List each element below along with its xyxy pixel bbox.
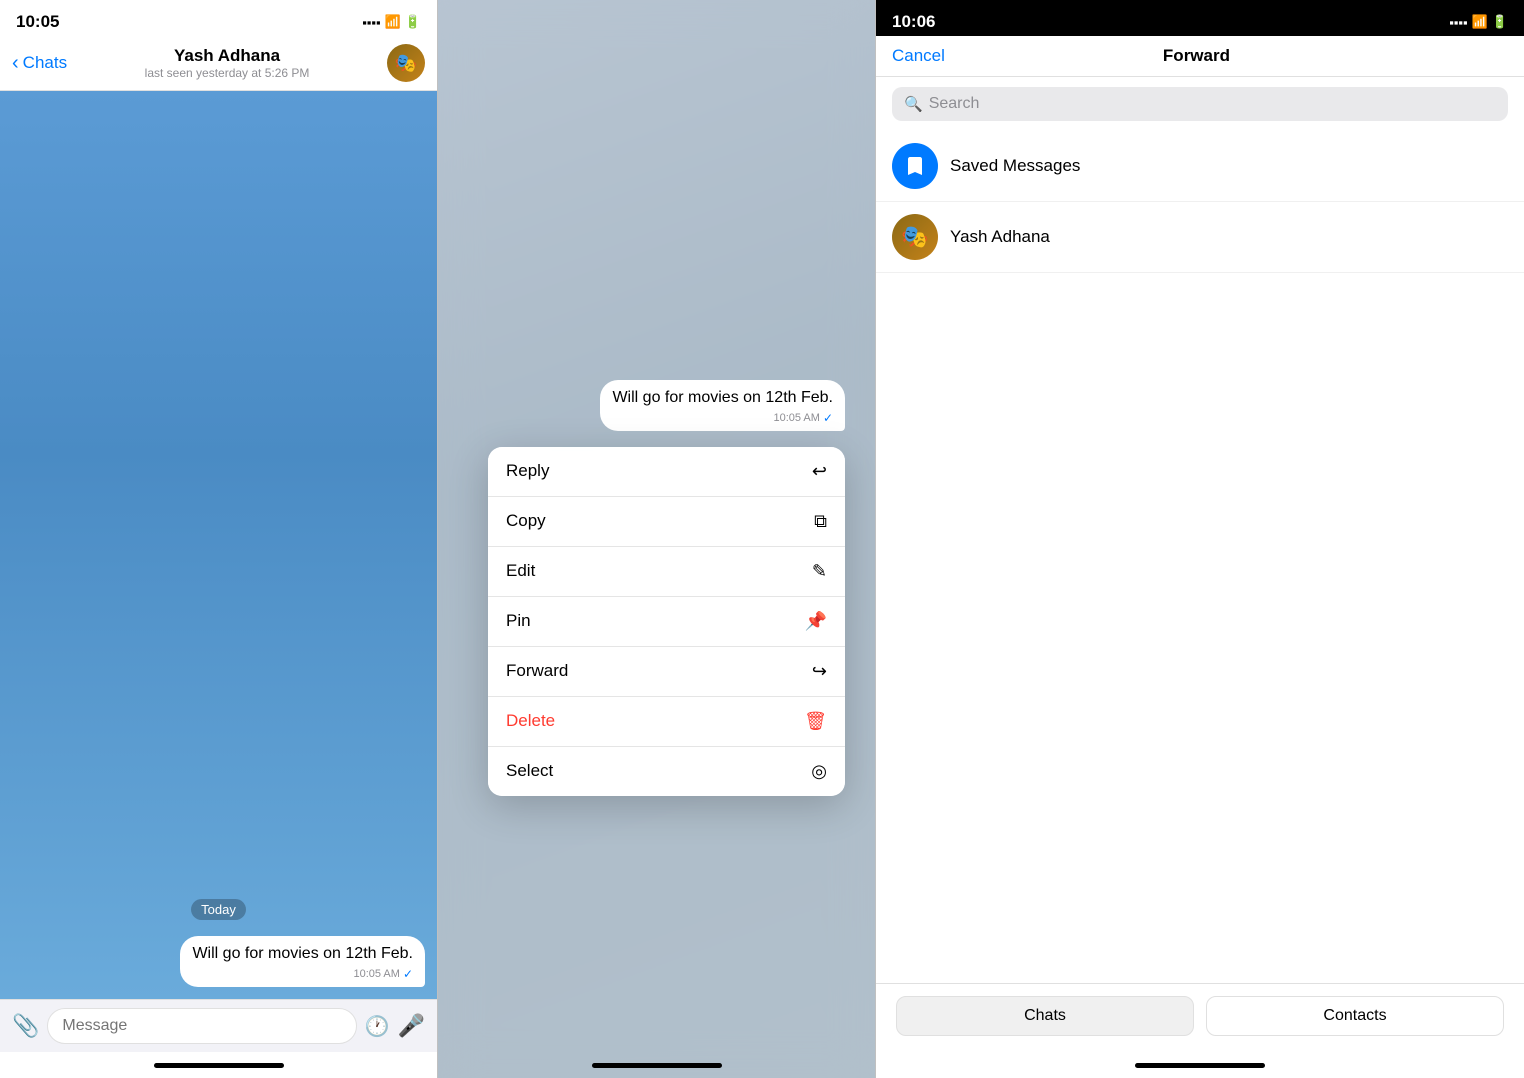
message-text-1: Will go for movies on 12th Feb. <box>192 944 413 965</box>
saved-messages-name: Saved Messages <box>950 156 1080 176</box>
context-menu: Reply ↩ Copy ⧉ Edit ✎ Pin 📌 Forward ↪ De… <box>488 447 845 796</box>
message-time-1: 10:05 AM <box>353 968 399 980</box>
home-bar-3 <box>1135 1063 1265 1068</box>
home-indicator-3 <box>876 1052 1524 1078</box>
home-bar-2 <box>592 1063 722 1068</box>
context-menu-label-forward: Forward <box>506 661 568 681</box>
date-badge-1: Today <box>12 899 425 920</box>
list-item-saved-messages[interactable]: Saved Messages <box>876 131 1524 202</box>
home-indicator-1 <box>0 1052 437 1078</box>
home-bar-1 <box>154 1063 284 1068</box>
status-icons-1: ▪▪▪▪ 📶 🔋 <box>362 14 421 30</box>
context-menu-label-delete: Delete <box>506 711 555 731</box>
message-meta-1: 10:05 AM ✓ <box>192 967 413 981</box>
contact-name-1: Yash Adhana <box>67 46 387 66</box>
bottom-tabs-3: Chats Contacts <box>876 983 1524 1052</box>
context-menu-item-select[interactable]: Select ◎ <box>488 747 845 796</box>
nav-center-1: Yash Adhana last seen yesterday at 5:26 … <box>67 46 387 80</box>
back-label-1[interactable]: Chats <box>23 53 67 73</box>
status-icons-3: ▪▪▪▪ 📶 🔋 <box>1449 14 1508 30</box>
search-bar-3: 🔍 Search <box>876 77 1524 131</box>
status-time-1: 10:05 <box>16 12 59 32</box>
pin-icon: 📌 <box>805 611 827 632</box>
context-message-bubble[interactable]: Will go for movies on 12th Feb. 10:05 AM… <box>600 380 845 431</box>
context-menu-item-forward[interactable]: Forward ↪ <box>488 647 845 697</box>
back-button-1[interactable]: ‹ Chats <box>12 52 67 75</box>
forward-screen: 10:06 ▪▪▪▪ 📶 🔋 Cancel Forward 🔍 Search S… <box>876 0 1524 1078</box>
tab-contacts-label: Contacts <box>1323 1007 1386 1024</box>
edit-icon: ✎ <box>812 561 827 582</box>
reply-icon: ↩ <box>812 461 827 482</box>
context-menu-label-pin: Pin <box>506 611 531 631</box>
message-input-1[interactable] <box>47 1008 356 1044</box>
context-container: Will go for movies on 12th Feb. 10:05 AM… <box>488 380 845 796</box>
saved-messages-avatar <box>892 143 938 189</box>
forward-list: Saved Messages 🎭 Yash Adhana <box>876 131 1524 983</box>
message-check-1: ✓ <box>403 967 413 981</box>
delete-icon: 🗑 <box>804 711 827 732</box>
wifi-icon-1: 📶 <box>385 14 401 30</box>
chat-screen: 10:05 ▪▪▪▪ 📶 🔋 ‹ Chats Yash Adhana last … <box>0 0 437 1078</box>
context-menu-label-select: Select <box>506 761 553 781</box>
emoji-icon-1[interactable]: 🕐 <box>365 1014 390 1039</box>
yash-adhana-name: Yash Adhana <box>950 227 1050 247</box>
select-icon: ◎ <box>811 761 827 782</box>
chevron-left-icon-1: ‹ <box>12 52 19 75</box>
contact-avatar-1[interactable]: 🎭 <box>387 44 425 82</box>
status-time-3: 10:06 <box>892 12 935 32</box>
input-bar-1: 📎 🕐 🎤 <box>0 999 437 1052</box>
list-item-yash-adhana[interactable]: 🎭 Yash Adhana <box>876 202 1524 273</box>
context-menu-label-edit: Edit <box>506 561 535 581</box>
signal-icon-3: ▪▪▪▪ <box>1449 15 1467 30</box>
wifi-icon-3: 📶 <box>1472 14 1488 30</box>
battery-icon-3: 🔋 <box>1492 14 1508 30</box>
forward-title: Forward <box>1163 46 1230 66</box>
attach-icon-1[interactable]: 📎 <box>12 1013 39 1039</box>
search-inner-3[interactable]: 🔍 Search <box>892 87 1508 121</box>
battery-icon-1: 🔋 <box>405 14 421 30</box>
context-menu-item-delete[interactable]: Delete 🗑 <box>488 697 845 747</box>
mic-icon-1[interactable]: 🎤 <box>398 1013 425 1039</box>
context-message-meta: 10:05 AM ✓ <box>612 411 833 425</box>
yash-adhana-avatar: 🎭 <box>892 214 938 260</box>
context-menu-label-copy: Copy <box>506 511 546 531</box>
status-bar-1: 10:05 ▪▪▪▪ 📶 🔋 <box>0 0 437 36</box>
avatar-image-1: 🎭 <box>387 44 425 82</box>
context-menu-screen: Will go for movies on 12th Feb. 10:05 AM… <box>438 0 875 1078</box>
tab-chats[interactable]: Chats <box>896 996 1194 1036</box>
copy-icon: ⧉ <box>814 511 827 532</box>
nav-bar-3: Cancel Forward <box>876 36 1524 77</box>
last-seen-1: last seen yesterday at 5:26 PM <box>67 66 387 80</box>
context-menu-item-copy[interactable]: Copy ⧉ <box>488 497 845 547</box>
chat-background-1: Today Will go for movies on 12th Feb. 10… <box>0 91 437 999</box>
date-label-1: Today <box>191 899 246 920</box>
context-message-text: Will go for movies on 12th Feb. <box>612 388 833 409</box>
message-bubble-1[interactable]: Will go for movies on 12th Feb. 10:05 AM… <box>180 936 425 987</box>
forward-icon: ↪ <box>812 661 827 682</box>
context-menu-item-pin[interactable]: Pin 📌 <box>488 597 845 647</box>
tab-chats-label: Chats <box>1024 1007 1066 1024</box>
cancel-button[interactable]: Cancel <box>892 46 945 66</box>
context-message-check: ✓ <box>823 411 833 425</box>
context-message-time: 10:05 AM <box>773 412 819 424</box>
tab-contacts[interactable]: Contacts <box>1206 996 1504 1036</box>
search-icon-3: 🔍 <box>904 95 923 113</box>
context-menu-label-reply: Reply <box>506 461 549 481</box>
search-placeholder-3: Search <box>929 95 980 113</box>
context-menu-item-reply[interactable]: Reply ↩ <box>488 447 845 497</box>
home-indicator-2 <box>438 1052 875 1078</box>
signal-icon-1: ▪▪▪▪ <box>362 15 380 30</box>
status-bar-3: 10:06 ▪▪▪▪ 📶 🔋 <box>876 0 1524 36</box>
context-menu-item-edit[interactable]: Edit ✎ <box>488 547 845 597</box>
nav-bar-1: ‹ Chats Yash Adhana last seen yesterday … <box>0 36 437 91</box>
